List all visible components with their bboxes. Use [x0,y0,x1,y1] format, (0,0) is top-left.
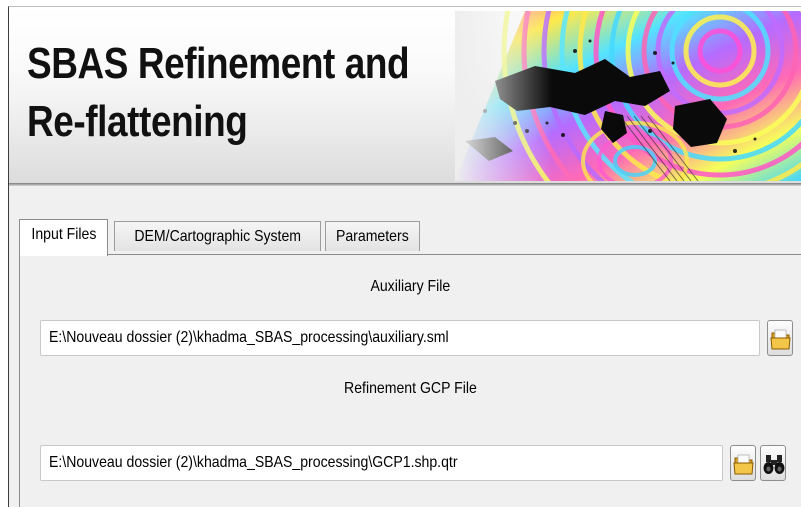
page-title: SBAS Refinement and Re-flattening [27,35,410,151]
tab-bar: Input Files DEM/Cartographic System Para… [19,219,799,256]
gcp-browse-button[interactable] [760,445,786,481]
title-line-2: Re-flattening [27,97,248,146]
folder-open-icon [733,454,754,475]
tab-parameters-label: Parameters [336,228,409,245]
auxiliary-file-input[interactable]: E:\Nouveau dossier (2)\khadma_SBAS_proce… [40,320,760,356]
auxiliary-file-label: Auxiliary File [370,278,450,295]
dialog-window: SBAS Refinement and Re-flattening Input … [8,6,801,507]
tab-parameters[interactable]: Parameters [325,221,420,251]
tab-dem-cartographic-system-label: DEM/Cartographic System [134,228,301,245]
input-files-panel: Auxiliary File E:\Nouveau dossier (2)\kh… [19,254,801,507]
refinement-gcp-file-input[interactable]: E:\Nouveau dossier (2)\khadma_SBAS_proce… [40,445,723,481]
gcp-open-button[interactable] [730,445,756,481]
refinement-gcp-file-label: Refinement GCP File [343,380,477,397]
header-banner: SBAS Refinement and Re-flattening [9,7,801,184]
folder-open-icon [770,329,791,350]
auxiliary-open-button[interactable] [767,320,793,356]
header-divider [9,184,801,186]
tab-dem-cartographic-system[interactable]: DEM/Cartographic System [114,221,321,251]
tab-input-files-label: Input Files [31,226,96,243]
tab-input-files[interactable]: Input Files [19,219,108,256]
title-line-1: SBAS Refinement and [27,39,410,88]
interferogram-image [455,11,801,181]
binoculars-icon [763,455,785,474]
